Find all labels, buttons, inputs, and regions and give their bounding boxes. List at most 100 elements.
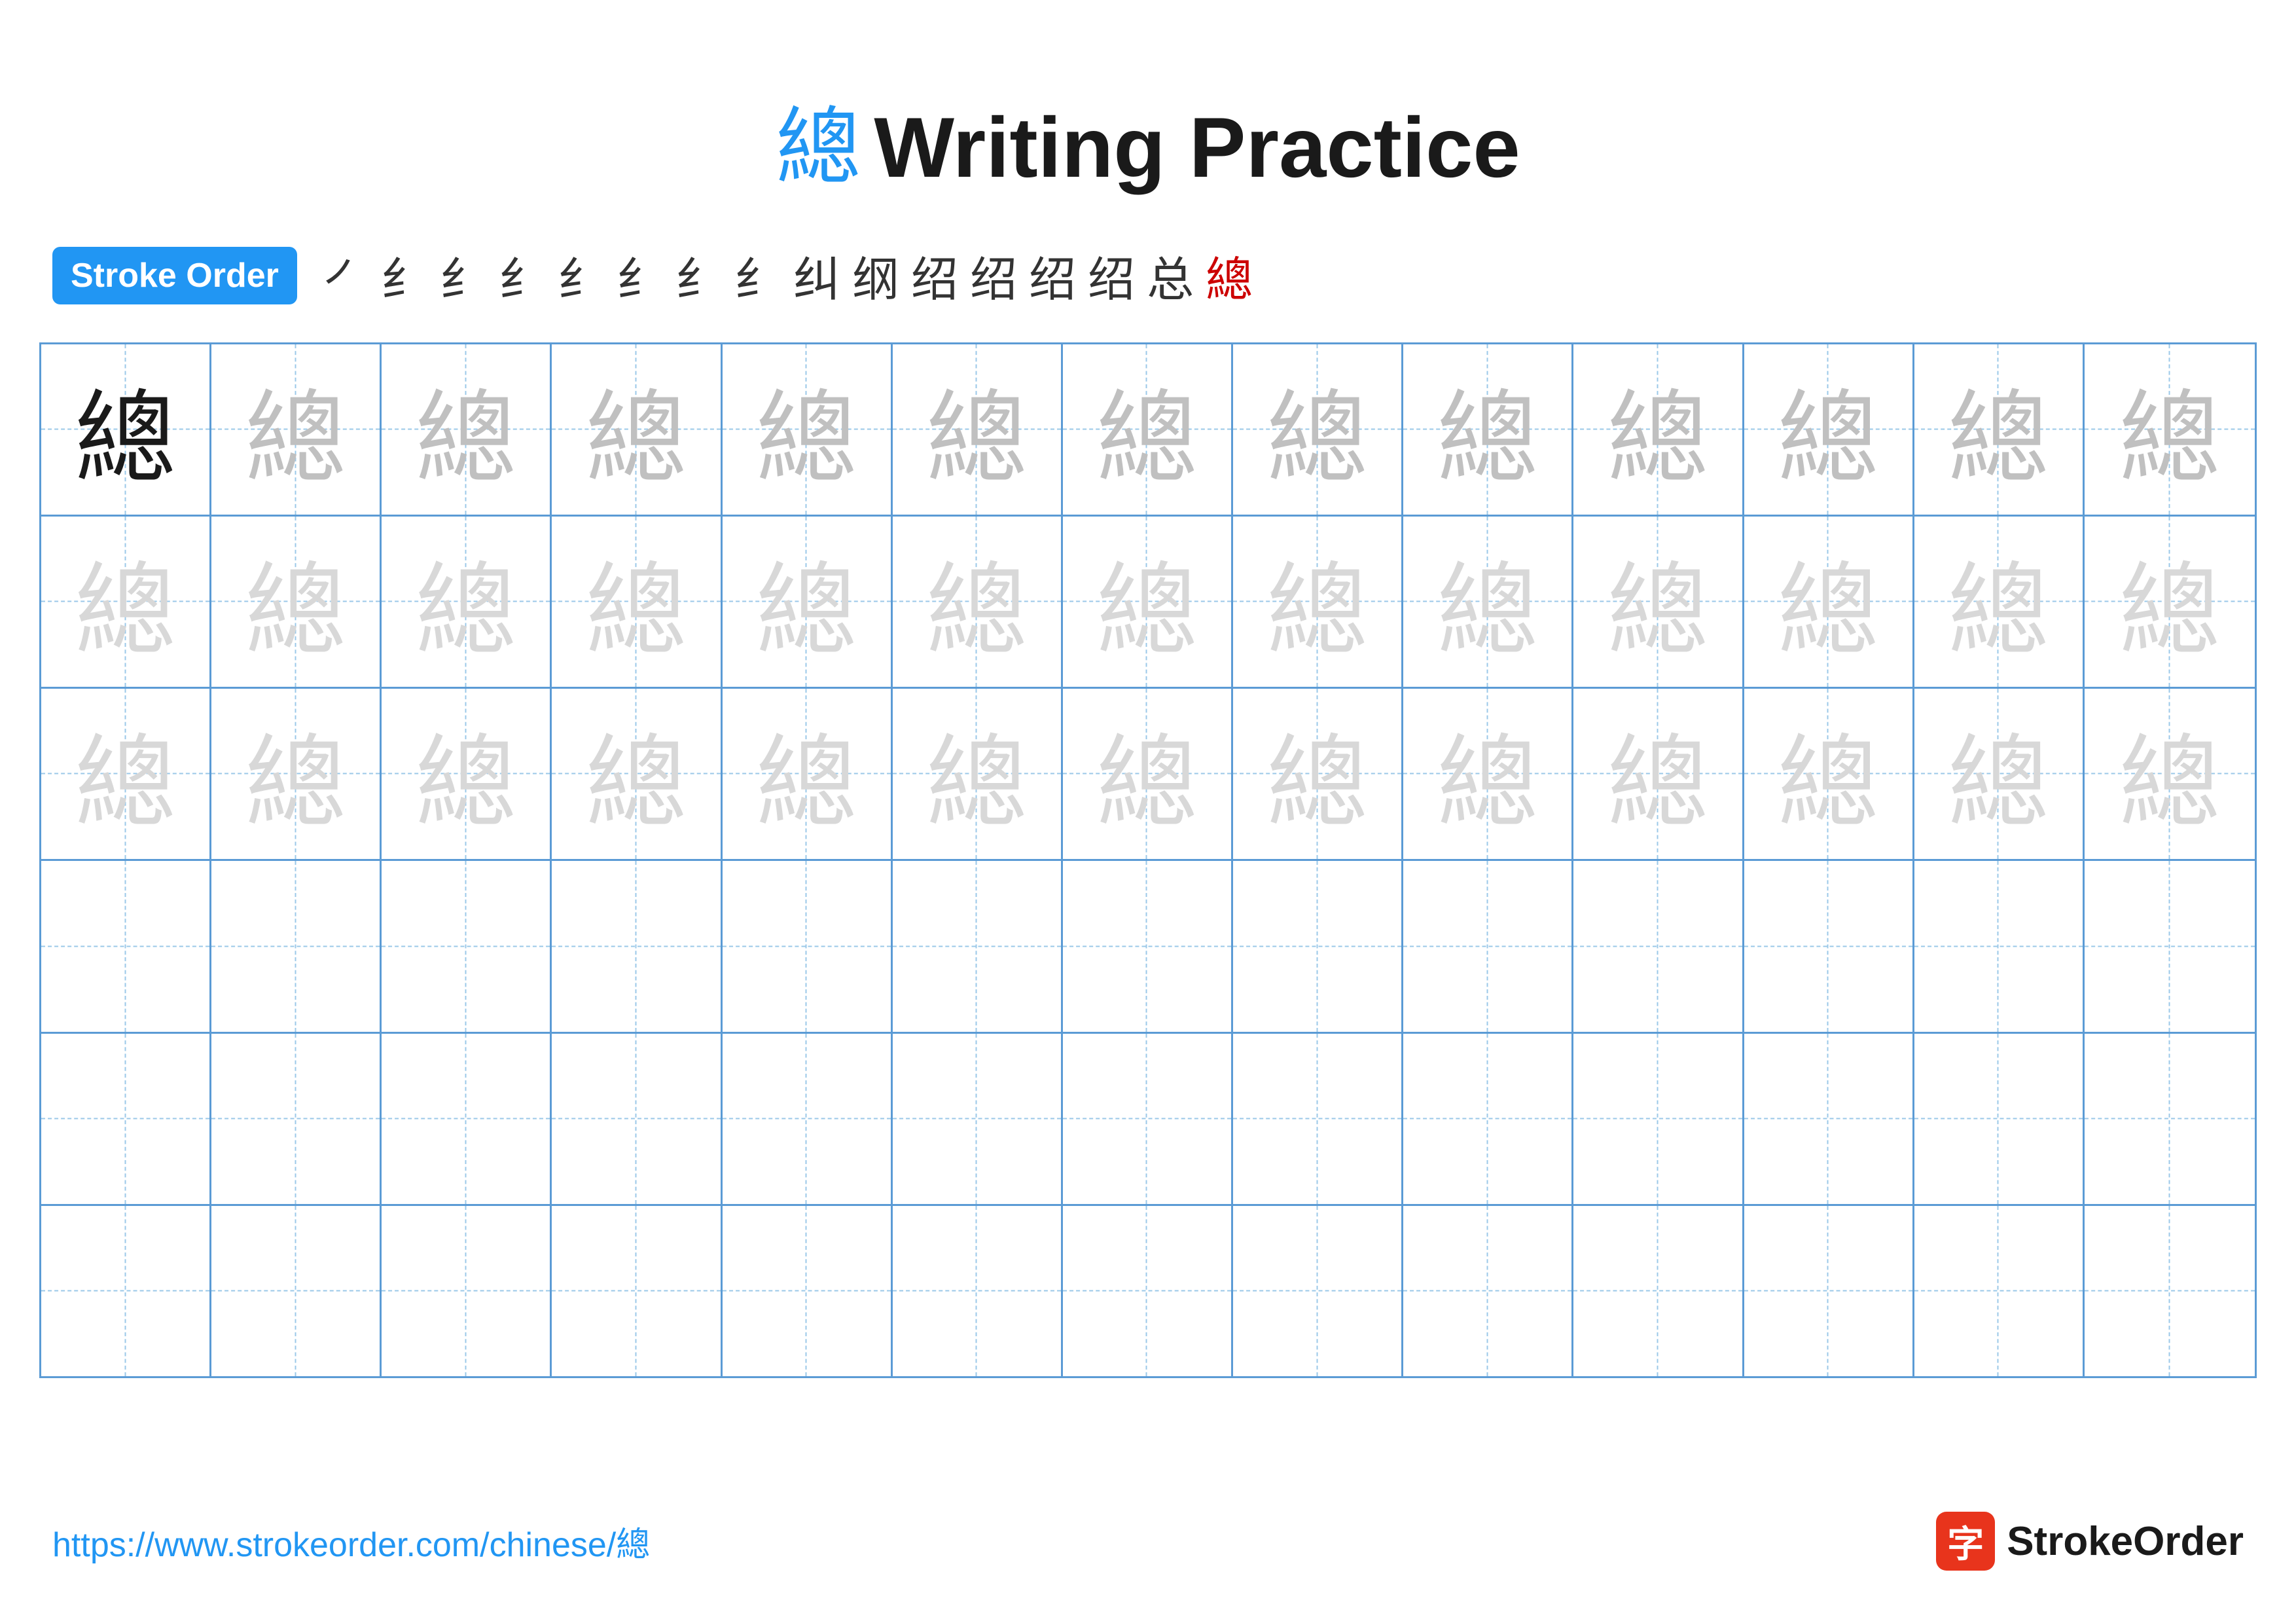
footer-url[interactable]: https://www.strokeorder.com/chinese/總 (52, 1517, 650, 1566)
character-guide: 總 (926, 356, 1028, 503)
grid-cell-1-3[interactable]: 總 (382, 344, 552, 515)
grid-cell-4-13[interactable] (2085, 861, 2255, 1031)
grid-cell-5-11[interactable] (1744, 1034, 1914, 1204)
grid-cell-4-8[interactable] (1233, 861, 1403, 1031)
character-guide: 總 (1437, 528, 1538, 676)
stroke-step-15: 总 (1147, 241, 1194, 310)
character-guide: 總 (1778, 356, 1879, 503)
grid-cell-3-7[interactable]: 總 (1063, 689, 1233, 859)
grid-cell-2-2[interactable]: 總 (211, 517, 382, 687)
stroke-step-14: 绍 (1088, 241, 1135, 310)
grid-cell-6-13[interactable] (2085, 1206, 2255, 1376)
character-guide: 總 (1948, 356, 2049, 503)
grid-cell-2-8[interactable]: 總 (1233, 517, 1403, 687)
character-guide: 總 (2119, 528, 2220, 676)
grid-cell-2-6[interactable]: 總 (893, 517, 1063, 687)
grid-cell-2-5[interactable]: 總 (723, 517, 893, 687)
character-guide: 總 (926, 528, 1028, 676)
grid-cell-1-7[interactable]: 總 (1063, 344, 1233, 515)
grid-cell-6-12[interactable] (1914, 1206, 2085, 1376)
grid-cell-5-7[interactable] (1063, 1034, 1233, 1204)
character-guide: 總 (1607, 528, 1708, 676)
grid-cell-3-11[interactable]: 總 (1744, 689, 1914, 859)
grid-cell-3-2[interactable]: 總 (211, 689, 382, 859)
grid-cell-3-6[interactable]: 總 (893, 689, 1063, 859)
grid-cell-2-4[interactable]: 總 (552, 517, 722, 687)
grid-cell-2-11[interactable]: 總 (1744, 517, 1914, 687)
grid-cell-4-11[interactable] (1744, 861, 1914, 1031)
grid-cell-4-7[interactable] (1063, 861, 1233, 1031)
grid-cell-3-3[interactable]: 總 (382, 689, 552, 859)
grid-cell-2-12[interactable]: 總 (1914, 517, 2085, 687)
grid-cell-5-4[interactable] (552, 1034, 722, 1204)
character-guide: 總 (245, 356, 346, 503)
grid-cell-6-3[interactable] (382, 1206, 552, 1376)
grid-cell-1-11[interactable]: 總 (1744, 344, 1914, 515)
grid-cell-5-13[interactable] (2085, 1034, 2255, 1204)
grid-cell-1-13[interactable]: 總 (2085, 344, 2255, 515)
grid-cell-6-4[interactable] (552, 1206, 722, 1376)
grid-cell-5-1[interactable] (41, 1034, 211, 1204)
grid-cell-5-2[interactable] (211, 1034, 382, 1204)
grid-cell-5-3[interactable] (382, 1034, 552, 1204)
grid-cell-5-8[interactable] (1233, 1034, 1403, 1204)
character-guide: 總 (2119, 356, 2220, 503)
grid-cell-3-4[interactable]: 總 (552, 689, 722, 859)
grid-cell-4-4[interactable] (552, 861, 722, 1031)
grid-row-6 (41, 1206, 2255, 1376)
grid-cell-3-9[interactable]: 總 (1403, 689, 1573, 859)
grid-cell-3-5[interactable]: 總 (723, 689, 893, 859)
grid-cell-4-6[interactable] (893, 861, 1063, 1031)
grid-cell-2-9[interactable]: 總 (1403, 517, 1573, 687)
character-guide: 總 (245, 528, 346, 676)
grid-row-1: 總 總 總 總 總 總 總 總 總 總 總 總 (41, 344, 2255, 517)
grid-cell-6-2[interactable] (211, 1206, 382, 1376)
grid-cell-4-2[interactable] (211, 861, 382, 1031)
grid-cell-1-10[interactable]: 總 (1573, 344, 1744, 515)
grid-cell-4-9[interactable] (1403, 861, 1573, 1031)
grid-cell-6-10[interactable] (1573, 1206, 1744, 1376)
grid-cell-6-11[interactable] (1744, 1206, 1914, 1376)
grid-cell-2-10[interactable]: 總 (1573, 517, 1744, 687)
grid-cell-3-8[interactable]: 總 (1233, 689, 1403, 859)
grid-cell-3-12[interactable]: 總 (1914, 689, 2085, 859)
grid-cell-6-1[interactable] (41, 1206, 211, 1376)
grid-cell-2-13[interactable]: 總 (2085, 517, 2255, 687)
grid-cell-1-2[interactable]: 總 (211, 344, 382, 515)
grid-cell-4-1[interactable] (41, 861, 211, 1031)
grid-cell-5-6[interactable] (893, 1034, 1063, 1204)
grid-cell-2-7[interactable]: 總 (1063, 517, 1233, 687)
grid-cell-2-1[interactable]: 總 (41, 517, 211, 687)
grid-cell-5-9[interactable] (1403, 1034, 1573, 1204)
grid-cell-3-1[interactable]: 總 (41, 689, 211, 859)
grid-cell-1-6[interactable]: 總 (893, 344, 1063, 515)
grid-cell-3-10[interactable]: 總 (1573, 689, 1744, 859)
grid-row-2: 總 總 總 總 總 總 總 總 總 總 總 總 (41, 517, 2255, 689)
grid-cell-5-12[interactable] (1914, 1034, 2085, 1204)
grid-cell-3-13[interactable]: 總 (2085, 689, 2255, 859)
grid-cell-4-12[interactable] (1914, 861, 2085, 1031)
grid-cell-6-6[interactable] (893, 1206, 1063, 1376)
grid-cell-4-5[interactable] (723, 861, 893, 1031)
stroke-step-2: 纟 (381, 241, 428, 310)
grid-cell-1-8[interactable]: 總 (1233, 344, 1403, 515)
grid-cell-1-4[interactable]: 總 (552, 344, 722, 515)
grid-cell-6-9[interactable] (1403, 1206, 1573, 1376)
grid-cell-5-5[interactable] (723, 1034, 893, 1204)
grid-cell-6-7[interactable] (1063, 1206, 1233, 1376)
stroke-step-11: 绍 (911, 241, 958, 310)
grid-cell-2-3[interactable]: 總 (382, 517, 552, 687)
character-guide: 總 (415, 701, 516, 848)
grid-cell-6-8[interactable] (1233, 1206, 1403, 1376)
character-guide: 總 (1948, 701, 2049, 848)
grid-cell-1-9[interactable]: 總 (1403, 344, 1573, 515)
grid-cell-4-3[interactable] (382, 861, 552, 1031)
stroke-step-9: 纠 (793, 241, 840, 310)
grid-cell-1-1[interactable]: 總 (41, 344, 211, 515)
grid-cell-6-5[interactable] (723, 1206, 893, 1376)
grid-cell-1-12[interactable]: 總 (1914, 344, 2085, 515)
grid-cell-5-10[interactable] (1573, 1034, 1744, 1204)
grid-cell-1-5[interactable]: 總 (723, 344, 893, 515)
strokeorder-logo-icon: 字 (1936, 1512, 1995, 1571)
grid-cell-4-10[interactable] (1573, 861, 1744, 1031)
